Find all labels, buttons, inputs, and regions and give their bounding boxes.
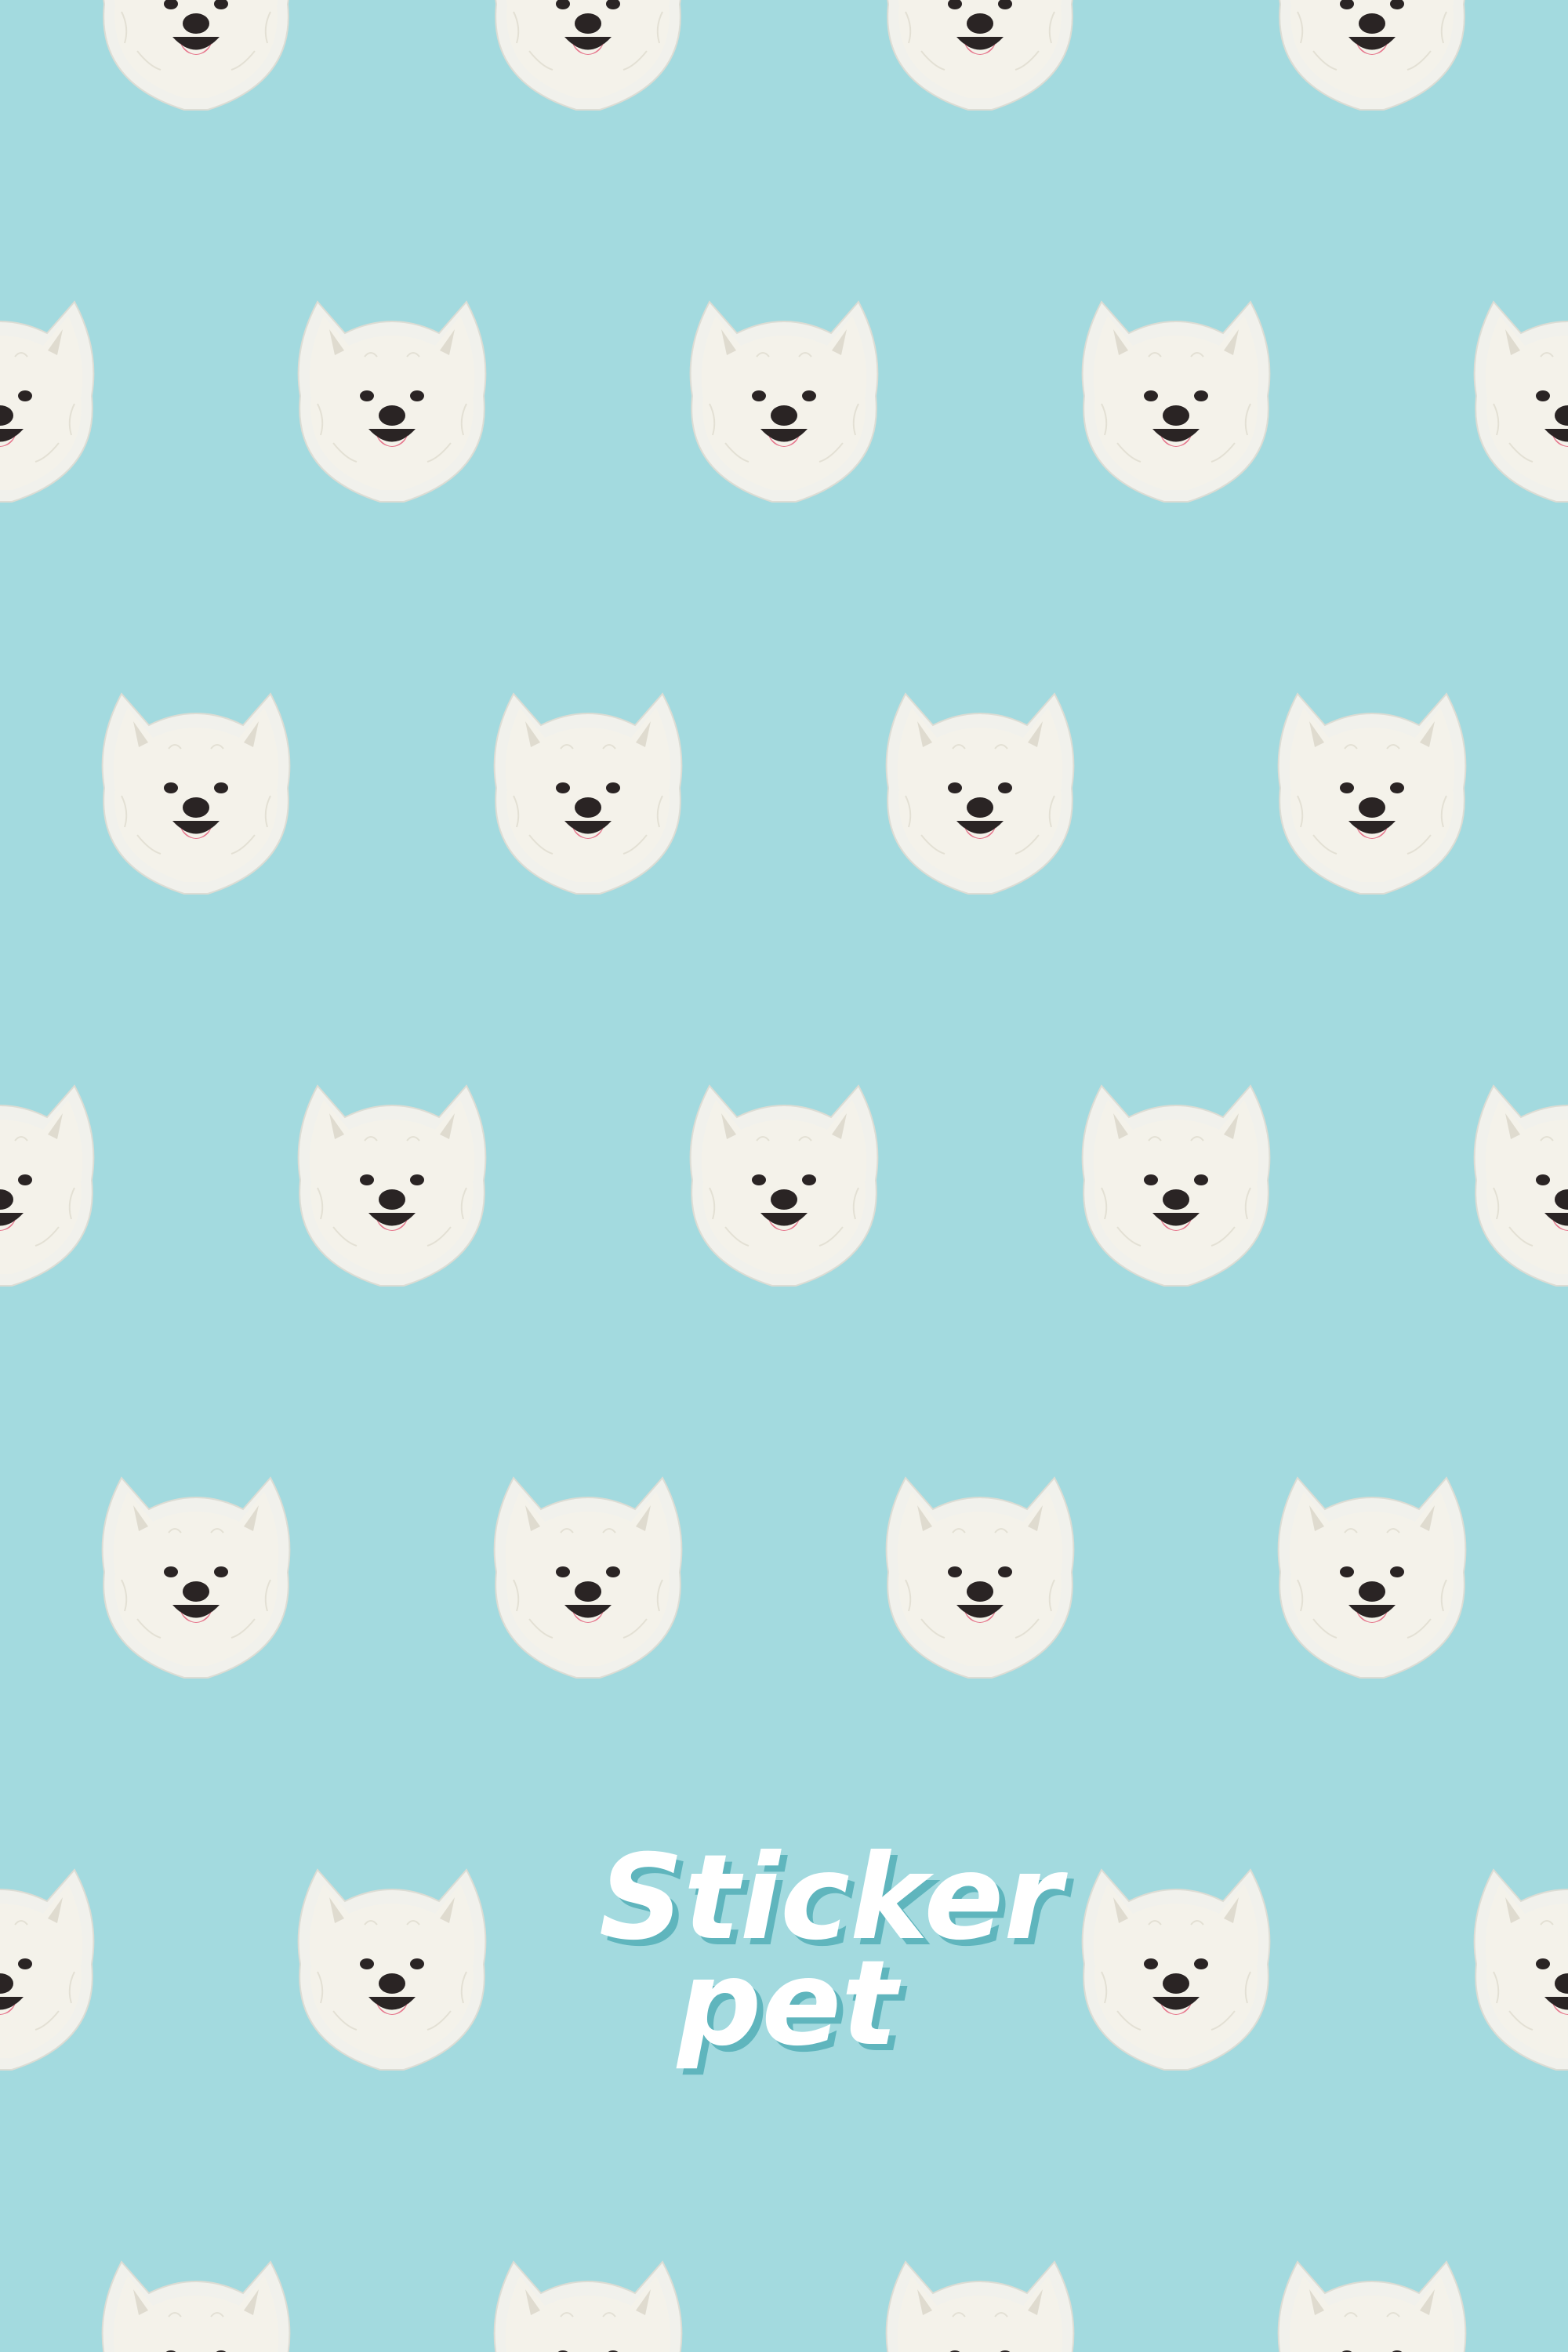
- samoyed-dog-face-sticker-icon: [1277, 1476, 1467, 1679]
- dog-face-sticker: [0, 278, 106, 506]
- samoyed-dog-face-sticker-icon: [0, 1868, 95, 2071]
- dog-face-sticker: [90, 2238, 302, 2352]
- dog-face-sticker: [1266, 670, 1478, 898]
- dog-face-sticker: [874, 2238, 1086, 2352]
- dog-face-sticker: [1462, 1062, 1568, 1290]
- dog-face-sticker: [482, 1454, 694, 1682]
- samoyed-dog-face-sticker-icon: [1081, 1868, 1271, 2071]
- samoyed-dog-face-sticker-icon: [297, 300, 487, 503]
- dog-face-sticker: [0, 1062, 106, 1290]
- samoyed-dog-face-sticker-icon: [885, 692, 1075, 895]
- dog-face-sticker: [482, 670, 694, 898]
- logo-line2: pet: [676, 1936, 902, 2072]
- dog-face-sticker: [1266, 1454, 1478, 1682]
- dog-face-sticker: [1070, 1062, 1282, 1290]
- samoyed-dog-face-sticker-icon: [297, 1084, 487, 1287]
- samoyed-dog-face-sticker-icon: [689, 1084, 879, 1287]
- sticker-pet-logo: Sticker pet Sticker pet: [596, 1827, 1074, 2078]
- samoyed-dog-face-sticker-icon: [1473, 1084, 1568, 1287]
- dog-face-sticker: [286, 278, 498, 506]
- dog-face-sticker: [286, 1062, 498, 1290]
- samoyed-dog-face-sticker-icon: [101, 692, 291, 895]
- dog-face-sticker: [874, 0, 1086, 114]
- dog-face-sticker: [1266, 2238, 1478, 2352]
- dog-face-sticker: [90, 670, 302, 898]
- samoyed-dog-face-sticker-icon: [101, 1476, 291, 1679]
- samoyed-dog-face-sticker-icon: [103, 0, 289, 111]
- samoyed-dog-face-sticker-icon: [493, 2260, 683, 2352]
- dog-face-sticker: [1462, 278, 1568, 506]
- dog-face-sticker: [286, 1846, 498, 2074]
- samoyed-dog-face-sticker-icon: [1081, 1084, 1271, 1287]
- samoyed-dog-face-sticker-icon: [689, 300, 879, 503]
- samoyed-dog-face-sticker-icon: [493, 1476, 683, 1679]
- dog-face-sticker: [1070, 278, 1282, 506]
- dog-face-sticker: [90, 1454, 302, 1682]
- samoyed-dog-face-sticker-icon: [0, 1084, 95, 1287]
- dog-face-sticker: [482, 2238, 694, 2352]
- samoyed-dog-face-sticker-icon: [1277, 692, 1467, 895]
- samoyed-dog-face-sticker-icon: [297, 1868, 487, 2071]
- samoyed-dog-face-sticker-icon: [1473, 1868, 1568, 2071]
- dog-face-sticker: [0, 1846, 106, 2074]
- sticker-pattern-background: Sticker pet Sticker pet: [0, 0, 1568, 2352]
- samoyed-dog-face-sticker-icon: [1473, 300, 1568, 503]
- dog-face-sticker: [874, 1454, 1086, 1682]
- samoyed-dog-face-sticker-icon: [885, 2260, 1075, 2352]
- dog-face-sticker: [1266, 0, 1478, 114]
- dog-face-sticker: [874, 670, 1086, 898]
- dog-face-sticker: [1070, 1846, 1282, 2074]
- samoyed-dog-face-sticker-icon: [1081, 300, 1271, 503]
- samoyed-dog-face-sticker-icon: [0, 300, 95, 503]
- dog-face-sticker: [482, 0, 694, 114]
- samoyed-dog-face-sticker-icon: [101, 2260, 291, 2352]
- dog-face-sticker: [678, 278, 890, 506]
- samoyed-dog-face-sticker-icon: [495, 0, 681, 111]
- samoyed-dog-face-sticker-icon: [885, 1476, 1075, 1679]
- samoyed-dog-face-sticker-icon: [1279, 0, 1465, 111]
- dog-face-sticker: [90, 0, 302, 114]
- samoyed-dog-face-sticker-icon: [1277, 2260, 1467, 2352]
- samoyed-dog-face-sticker-icon: [493, 692, 683, 895]
- samoyed-dog-face-sticker-icon: [887, 0, 1073, 111]
- dog-face-sticker: [678, 1062, 890, 1290]
- dog-face-sticker: [1462, 1846, 1568, 2074]
